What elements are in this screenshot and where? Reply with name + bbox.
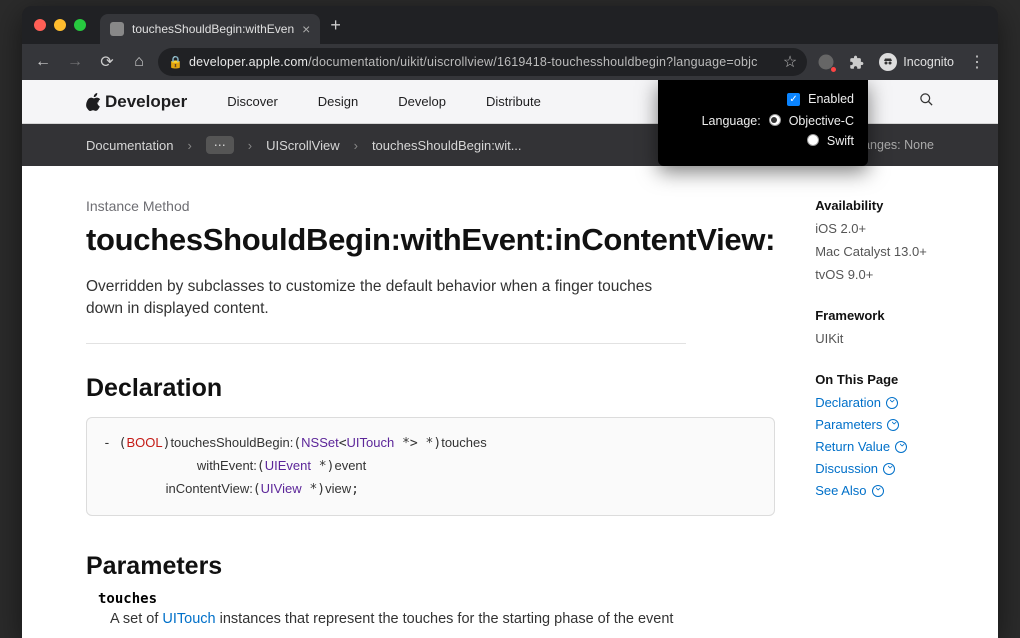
onthispage-heading: On This Page	[815, 372, 934, 387]
option-objc[interactable]: Objective-C	[789, 114, 854, 128]
nav-distribute[interactable]: Distribute	[486, 94, 541, 109]
toc-seealso[interactable]: See Also	[815, 483, 934, 498]
param-touches-name: touches	[98, 591, 775, 607]
incognito-icon	[879, 53, 897, 71]
availability-tvos: tvOS 9.0+	[815, 267, 934, 282]
address-bar: ← → ⟳ ⌂ 🔒 developer.apple.com/documentat…	[22, 44, 998, 80]
url-field[interactable]: 🔒 developer.apple.com/documentation/uiki…	[158, 48, 807, 76]
extensions-icon[interactable]	[843, 49, 869, 75]
star-icon[interactable]: ☆	[783, 52, 797, 72]
reload-button[interactable]: ⟳	[94, 49, 120, 75]
page-description: Overridden by subclasses to customize th…	[86, 276, 686, 344]
enabled-checkbox[interactable]: ✓	[787, 93, 800, 106]
apple-logo-icon	[86, 93, 101, 111]
window-titlebar: touchesShouldBegin:withEven × +	[22, 6, 998, 44]
doc-eyebrow: Instance Method	[86, 198, 775, 214]
chevron-down-icon	[895, 441, 907, 453]
toc-declaration[interactable]: Declaration	[815, 395, 934, 410]
declaration-code: - (BOOL)touchesShouldBegin:(NSSet<UITouc…	[86, 417, 775, 516]
back-button[interactable]: ←	[30, 49, 56, 75]
parameters-heading: Parameters	[86, 552, 775, 581]
url-text: developer.apple.com/documentation/uikit/…	[189, 55, 758, 69]
minimize-window-button[interactable]	[54, 19, 66, 31]
lock-icon: 🔒	[168, 55, 183, 69]
page-title: touchesShouldBegin:withEvent:inContentVi…	[86, 222, 775, 258]
availability-ios: iOS 2.0+	[815, 221, 934, 236]
chevron-down-icon	[872, 485, 884, 497]
nav-discover[interactable]: Discover	[227, 94, 278, 109]
radio-swift[interactable]	[807, 134, 819, 146]
availability-heading: Availability	[815, 198, 934, 213]
framework-value: UIKit	[815, 331, 934, 346]
chevron-down-icon	[883, 463, 895, 475]
close-tab-icon[interactable]: ×	[302, 21, 310, 37]
browser-menu-button[interactable]: ⋮	[964, 49, 990, 75]
param-touches-desc: A set of UITouch instances that represen…	[110, 611, 775, 627]
chevron-down-icon	[887, 419, 899, 431]
option-swift[interactable]: Swift	[827, 134, 854, 148]
toc-discussion[interactable]: Discussion	[815, 461, 934, 476]
home-button[interactable]: ⌂	[126, 49, 152, 75]
browser-tab[interactable]: touchesShouldBegin:withEven ×	[100, 14, 320, 44]
toc-parameters[interactable]: Parameters	[815, 417, 934, 432]
incognito-indicator[interactable]: Incognito	[873, 53, 960, 71]
breadcrumb-ellipsis[interactable]: ⋯	[206, 136, 234, 154]
radio-objc[interactable]	[769, 114, 781, 126]
language-popup: ✓ Enabled Language: Objective-C Swift	[658, 80, 868, 166]
toc-returnvalue[interactable]: Return Value	[815, 439, 934, 454]
forward-button[interactable]: →	[62, 49, 88, 75]
search-icon[interactable]	[919, 92, 934, 111]
language-label: Language:	[702, 114, 761, 128]
close-window-button[interactable]	[34, 19, 46, 31]
nav-design[interactable]: Design	[318, 94, 358, 109]
doc-sidebar: Availability iOS 2.0+ Mac Catalyst 13.0+…	[815, 198, 934, 627]
breadcrumb-current: touchesShouldBegin:wit...	[372, 138, 522, 153]
new-tab-button[interactable]: +	[320, 15, 351, 36]
tab-title: touchesShouldBegin:withEven	[132, 22, 294, 36]
availability-catalyst: Mac Catalyst 13.0+	[815, 244, 934, 259]
tab-favicon	[110, 22, 124, 36]
uitouch-link[interactable]: UITouch	[162, 611, 215, 627]
main-content: Instance Method touchesShouldBegin:withE…	[86, 198, 775, 627]
breadcrumb-documentation[interactable]: Documentation	[86, 138, 173, 153]
chevron-down-icon	[886, 397, 898, 409]
maximize-window-button[interactable]	[74, 19, 86, 31]
enabled-label: Enabled	[808, 92, 854, 106]
extension-button[interactable]	[813, 49, 839, 75]
nav-develop[interactable]: Develop	[398, 94, 446, 109]
declaration-heading: Declaration	[86, 374, 775, 403]
breadcrumb-uiscrollview[interactable]: UIScrollView	[266, 138, 339, 153]
apple-developer-logo[interactable]: Developer	[86, 92, 187, 112]
framework-heading: Framework	[815, 308, 934, 323]
